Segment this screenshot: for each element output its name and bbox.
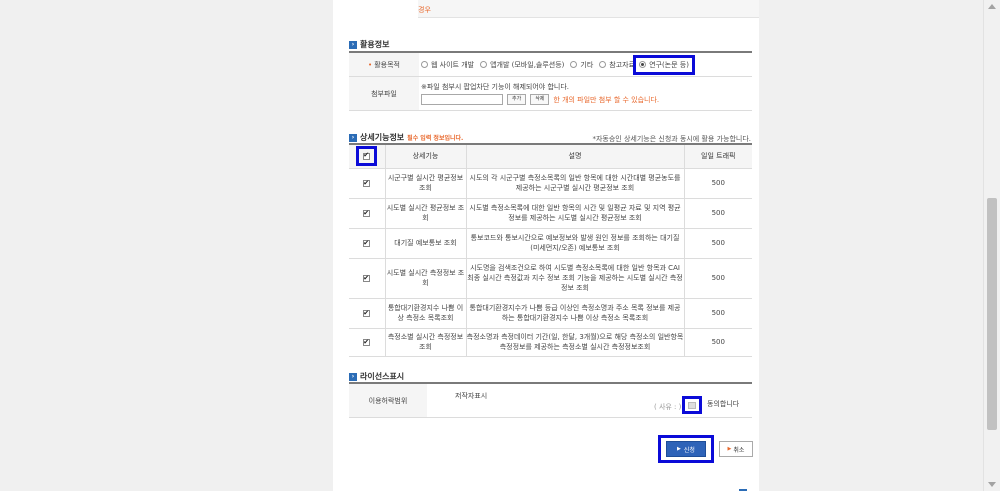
radio-icon xyxy=(570,61,578,68)
checkbox-icon xyxy=(363,151,371,160)
table-row: 시군구별 실시간 평균정보 조회 시도의 각 시군구별 측정소목록의 일반 항목… xyxy=(349,167,752,199)
table-header-row: 상세기능 설명 일일 트래픽 xyxy=(349,144,752,169)
detail-feature-table: 상세기능 설명 일일 트래픽 시군구별 실시간 평균정보 조회 시도의 각 시군… xyxy=(349,143,752,357)
scroll-thumb[interactable] xyxy=(987,198,997,430)
section-arrow-icon: › xyxy=(349,133,357,142)
file-path-input[interactable] xyxy=(421,94,503,105)
row-checkbox[interactable] xyxy=(363,308,371,318)
license-section-title: › 라이선스표시 xyxy=(349,371,404,382)
license-scope-label: 이용허락범위 xyxy=(349,384,427,417)
cancel-button[interactable]: ▶ 취소 xyxy=(719,441,753,457)
purpose-option-research[interactable]: 연구(논문 등) xyxy=(633,54,695,75)
purpose-option-other[interactable]: 기타 xyxy=(570,60,593,70)
top-note: 경우 xyxy=(418,0,759,18)
attach-note: ※파일 첨부시 팝업차단 기능이 해제되어야 합니다. xyxy=(421,83,570,91)
form-action-bar: ▶ 신청 ▶ 취소 xyxy=(658,435,753,463)
description-header: 설명 xyxy=(465,144,685,169)
attach-label: 첨부파일 xyxy=(349,77,419,110)
select-all-checkbox[interactable] xyxy=(356,146,378,167)
row-checkbox[interactable] xyxy=(363,178,371,188)
license-reason: ( 사유 : ) xyxy=(654,403,682,411)
license-table: 이용허락범위 저작자표시 ( 사유 : ) 동의합니다 xyxy=(349,382,752,418)
purpose-option-reference[interactable]: 참고자료 xyxy=(599,60,635,70)
traffic-header: 일일 트래픽 xyxy=(683,144,752,169)
purpose-label: • 활용목적 xyxy=(349,53,419,76)
row-checkbox[interactable] xyxy=(363,238,371,248)
purpose-row: • 활용목적 웹 사이트 개발 앱개발 (모바일,솔루션등) 기타 참고자료 연구… xyxy=(349,53,752,77)
scroll-up-icon[interactable] xyxy=(988,4,996,9)
add-file-button[interactable]: 추가 xyxy=(507,94,527,105)
feature-header: 상세기능 xyxy=(384,144,467,169)
purpose-radio-group: 웹 사이트 개발 앱개발 (모바일,솔루션등) 기타 참고자료 연구(논문 등) xyxy=(419,54,695,75)
play-icon: ▶ xyxy=(727,446,732,452)
license-agree-label: 동의합니다 xyxy=(707,400,740,408)
row-checkbox[interactable] xyxy=(363,208,371,218)
scroll-down-icon[interactable] xyxy=(988,482,996,487)
submit-button-highlight: ▶ 신청 xyxy=(658,435,714,463)
row-checkbox[interactable] xyxy=(363,273,371,283)
table-row: 대기질 예보통보 조회 통보코드와 통보시간으로 예보정보와 발생 원인 정보를… xyxy=(349,227,752,259)
table-row: 시도별 실시간 평균정보 조회 시도별 측정소목록에 대한 일반 항목의 시간 … xyxy=(349,197,752,229)
table-row: 시도별 실시간 측정정보 조회 시도명을 검색조건으로 하여 시도별 측정소목록… xyxy=(349,257,752,299)
select-all-cell xyxy=(349,144,386,169)
purpose-option-web[interactable]: 웹 사이트 개발 xyxy=(421,60,474,70)
usage-section-title: › 활용정보 xyxy=(349,39,389,50)
section-arrow-icon: › xyxy=(349,40,357,49)
play-icon: ▶ xyxy=(677,446,681,452)
radio-icon xyxy=(421,61,428,68)
section-arrow-icon: › xyxy=(349,372,357,381)
usage-form-table: • 활용목적 웹 사이트 개발 앱개발 (모바일,솔루션등) 기타 참고자료 연구… xyxy=(349,51,752,111)
radio-icon xyxy=(599,61,607,68)
delete-file-button[interactable]: 삭제 xyxy=(530,94,550,105)
submit-button[interactable]: ▶ 신청 xyxy=(666,441,706,457)
table-row: 측정소별 실시간 측정정보 조회 측정소명과 측정데이터 기간(일, 한달, 3… xyxy=(349,327,752,357)
application-form-page: 경우 › 활용정보 • 활용목적 웹 사이트 개발 앱개발 (모바일,솔루션등) … xyxy=(333,0,759,491)
radio-icon xyxy=(480,61,488,68)
radio-selected-icon xyxy=(639,61,647,68)
vertical-scrollbar[interactable] xyxy=(983,0,1000,491)
detail-section-title: › 상세기능정보 필수 입력 정보입니다. xyxy=(349,132,463,143)
license-value: 저작자표시 xyxy=(455,392,488,400)
checkbox-icon xyxy=(688,401,696,409)
table-row: 통합대기환경지수 나쁨 이상 측정소 목록조회 통합대기환경지수가 나쁨 등급 … xyxy=(349,297,752,329)
attach-row: 첨부파일 ※파일 첨부시 팝업차단 기능이 해제되어야 합니다. 추가 삭제 한… xyxy=(349,77,752,111)
purpose-option-app[interactable]: 앱개발 (모바일,솔루션등) xyxy=(480,60,564,70)
attach-limit-note: 한 개의 파일만 첨부 할 수 있습니다. xyxy=(553,95,660,104)
license-agree-checkbox[interactable] xyxy=(682,396,702,414)
row-checkbox[interactable] xyxy=(363,337,371,347)
